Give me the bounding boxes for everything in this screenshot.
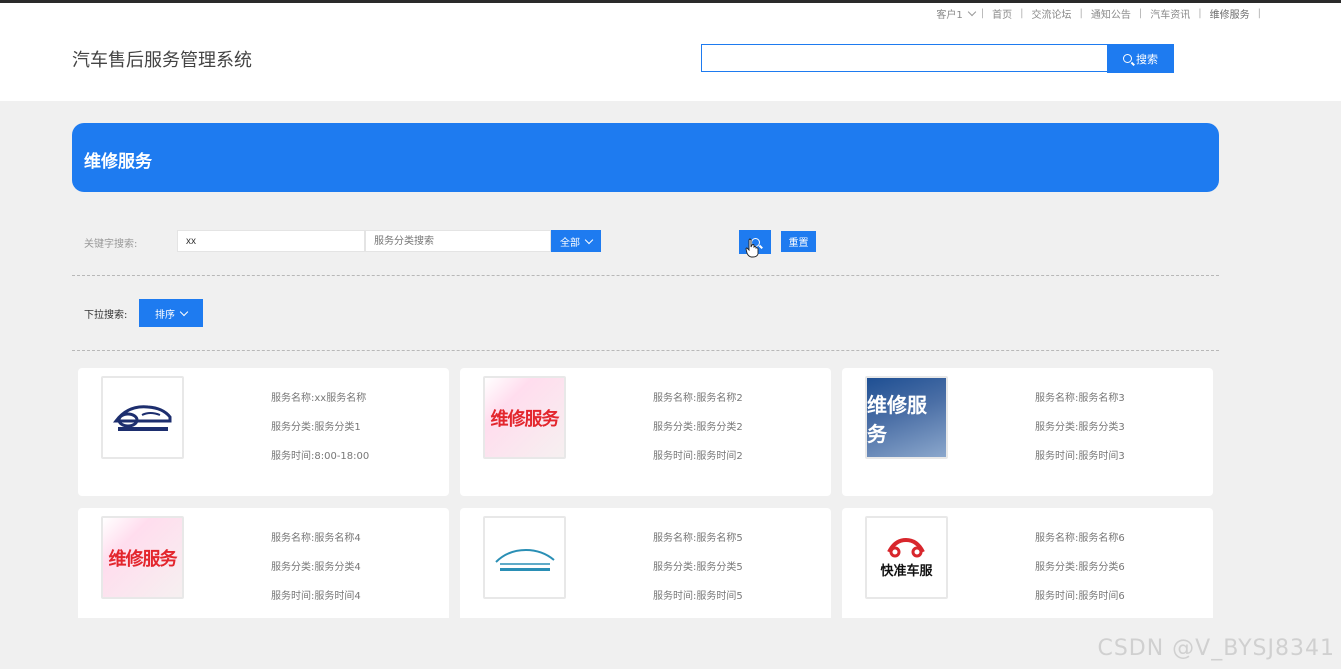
nav-forum[interactable]: 交流论坛: [1030, 6, 1074, 21]
car-logo-icon: [494, 548, 555, 571]
car-logo-icon: [112, 404, 171, 431]
header-search: 搜索: [701, 44, 1174, 73]
service-thumbnail[interactable]: 快准车服: [865, 516, 948, 599]
watermark: CSDN @V_BYSJ8341: [1097, 636, 1335, 661]
service-info: 服务名称:服务名称6 服务分类:服务分类6 服务时间:服务时间6: [1035, 524, 1125, 611]
service-name: 服务名称:服务名称4: [271, 533, 361, 544]
service-info: 服务名称:xx服务名称 服务分类:服务分类1 服务时间:8:00-18:00: [271, 384, 369, 471]
reset-button[interactable]: 重置: [781, 231, 816, 252]
chevron-down-icon: [179, 307, 189, 316]
chevron-down-icon: [584, 235, 594, 244]
page-title: 维修服务: [84, 152, 152, 172]
service-info: 服务名称:服务名称4 服务分类:服务分类4 服务时间:服务时间4: [271, 524, 361, 611]
site-title: 汽车售后服务管理系统: [72, 50, 252, 71]
page-banner: 维修服务: [72, 123, 1219, 192]
service-name: 服务名称:服务名称6: [1035, 533, 1125, 544]
sort-row: 下拉搜索: 排序: [72, 298, 372, 328]
top-nav: 客户1 | 首页 | 交流论坛 | 通知公告 | 汽车资讯 | 维修服务 |: [936, 6, 1261, 27]
category-search-input[interactable]: [365, 230, 551, 252]
service-time: 服务时间:8:00-18:00: [271, 451, 370, 462]
service-info: 服务名称:服务名称3 服务分类:服务分类3 服务时间:服务时间3: [1035, 384, 1125, 471]
service-thumbnail[interactable]: [483, 516, 566, 599]
category-dropdown[interactable]: 全部: [551, 230, 601, 252]
service-card[interactable]: 服务名称:服务名称5 服务分类:服务分类5 服务时间:服务时间5: [460, 508, 831, 636]
nav-home[interactable]: 首页: [990, 6, 1014, 21]
service-category: 服务分类:服务分类2: [653, 422, 743, 433]
service-card[interactable]: 维修服务 服务名称:服务名称2 服务分类:服务分类2 服务时间:服务时间2: [460, 368, 831, 496]
service-category: 服务分类:服务分类4: [271, 562, 361, 573]
sort-label: 下拉搜索:: [84, 310, 128, 321]
service-category: 服务分类:服务分类1: [271, 422, 361, 433]
repair-banner-image: 维修服务: [867, 378, 946, 457]
nav-news[interactable]: 汽车资讯: [1148, 6, 1192, 21]
service-category: 服务分类:服务分类5: [653, 562, 743, 573]
service-time: 服务时间:服务时间5: [653, 591, 743, 602]
service-name: 服务名称:xx服务名称: [271, 393, 367, 404]
service-thumbnail[interactable]: 维修服务: [483, 376, 566, 459]
service-card[interactable]: 维修服务 服务名称:服务名称3 服务分类:服务分类3 服务时间:服务时间3: [842, 368, 1213, 496]
service-info: 服务名称:服务名称5 服务分类:服务分类5 服务时间:服务时间5: [653, 524, 743, 611]
service-name: 服务名称:服务名称2: [653, 393, 743, 404]
category-dropdown-label: 全部: [560, 237, 580, 249]
service-thumbnail[interactable]: 维修服务: [865, 376, 948, 459]
nav-repair-service[interactable]: 维修服务: [1201, 6, 1258, 27]
service-thumbnail[interactable]: [101, 376, 184, 459]
header: 汽车售后服务管理系统 搜索: [0, 22, 1341, 101]
service-time: 服务时间:服务时间3: [1035, 451, 1125, 462]
service-time: 服务时间:服务时间2: [653, 451, 743, 462]
service-card[interactable]: 快准车服 服务名称:服务名称6 服务分类:服务分类6 服务时间:服务时间6: [842, 508, 1213, 636]
keyword-label: 关键字搜索:: [84, 239, 138, 250]
nav-notice[interactable]: 通知公告: [1089, 6, 1133, 21]
search-icon: [1123, 54, 1132, 63]
car-logo-icon: 快准车服: [880, 536, 933, 579]
service-thumbnail[interactable]: 维修服务: [101, 516, 184, 599]
sort-button[interactable]: 排序: [139, 299, 203, 327]
divider: [72, 350, 1219, 351]
filter-bar: 关键字搜索: 全部 重置: [72, 230, 1219, 254]
user-name: 客户1: [936, 10, 963, 21]
repair-banner-image: 维修服务: [485, 378, 564, 457]
hand-cursor-icon: [745, 238, 759, 258]
service-name: 服务名称:服务名称5: [653, 533, 743, 544]
user-menu[interactable]: 客户1: [936, 6, 976, 21]
chevron-down-icon: [967, 7, 976, 17]
service-category: 服务分类:服务分类6: [1035, 562, 1125, 573]
service-time: 服务时间:服务时间6: [1035, 591, 1125, 602]
header-search-button-label: 搜索: [1136, 53, 1158, 66]
service-name: 服务名称:服务名称3: [1035, 393, 1125, 404]
service-info: 服务名称:服务名称2 服务分类:服务分类2 服务时间:服务时间2: [653, 384, 743, 471]
service-category: 服务分类:服务分类3: [1035, 422, 1125, 433]
repair-banner-image: 维修服务: [103, 518, 182, 597]
service-card[interactable]: 服务名称:xx服务名称 服务分类:服务分类1 服务时间:8:00-18:00: [78, 368, 449, 496]
header-search-button[interactable]: 搜索: [1107, 44, 1174, 73]
header-search-input[interactable]: [701, 44, 1107, 72]
divider: [72, 275, 1219, 276]
service-card[interactable]: 维修服务 服务名称:服务名称4 服务分类:服务分类4 服务时间:服务时间4: [78, 508, 449, 636]
sort-button-label: 排序: [155, 309, 175, 321]
top-bar: 客户1 | 首页 | 交流论坛 | 通知公告 | 汽车资讯 | 维修服务 |: [0, 0, 1341, 27]
page-bottom: [72, 618, 1219, 669]
service-time: 服务时间:服务时间4: [271, 591, 361, 602]
keyword-input[interactable]: [177, 230, 365, 252]
